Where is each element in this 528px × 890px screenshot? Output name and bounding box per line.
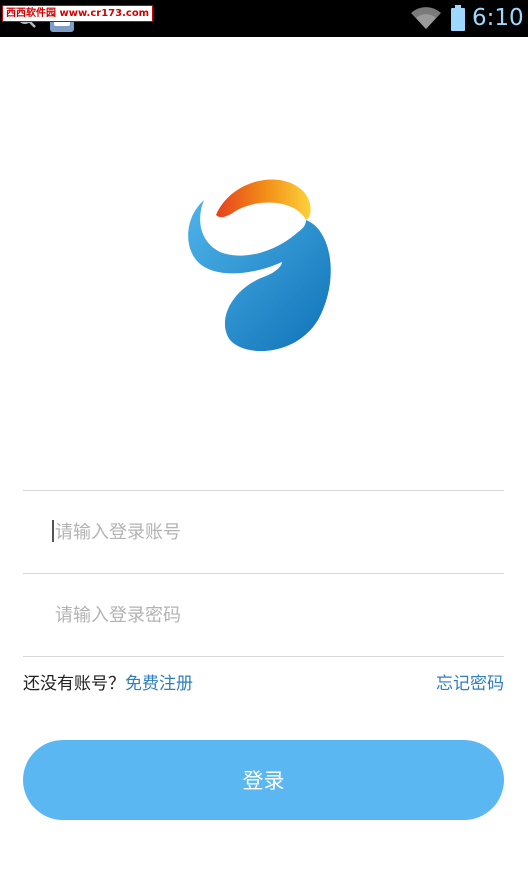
forgot-password-link[interactable]: 忘记密码 <box>436 671 504 697</box>
app-logo <box>188 179 331 352</box>
password-field[interactable] <box>23 574 504 656</box>
login-button[interactable]: 登录 <box>23 740 504 820</box>
register-link[interactable]: 免费注册 <box>125 674 193 694</box>
account-field[interactable] <box>23 491 504 573</box>
clock: 6:10 <box>472 5 524 31</box>
no-account-text: 还没有账号？ <box>23 674 125 694</box>
status-bar: 西西软件园 www.cr173.com 6:10 <box>0 0 528 37</box>
links-row: 还没有账号？免费注册 忘记密码 <box>23 671 504 697</box>
divider-bottom <box>23 656 504 657</box>
wifi-icon <box>411 7 441 29</box>
watermark: 西西软件园 www.cr173.com <box>2 5 154 22</box>
text-caret <box>52 520 54 542</box>
account-input[interactable] <box>53 520 477 544</box>
password-input[interactable] <box>53 603 477 627</box>
battery-icon <box>451 5 465 31</box>
